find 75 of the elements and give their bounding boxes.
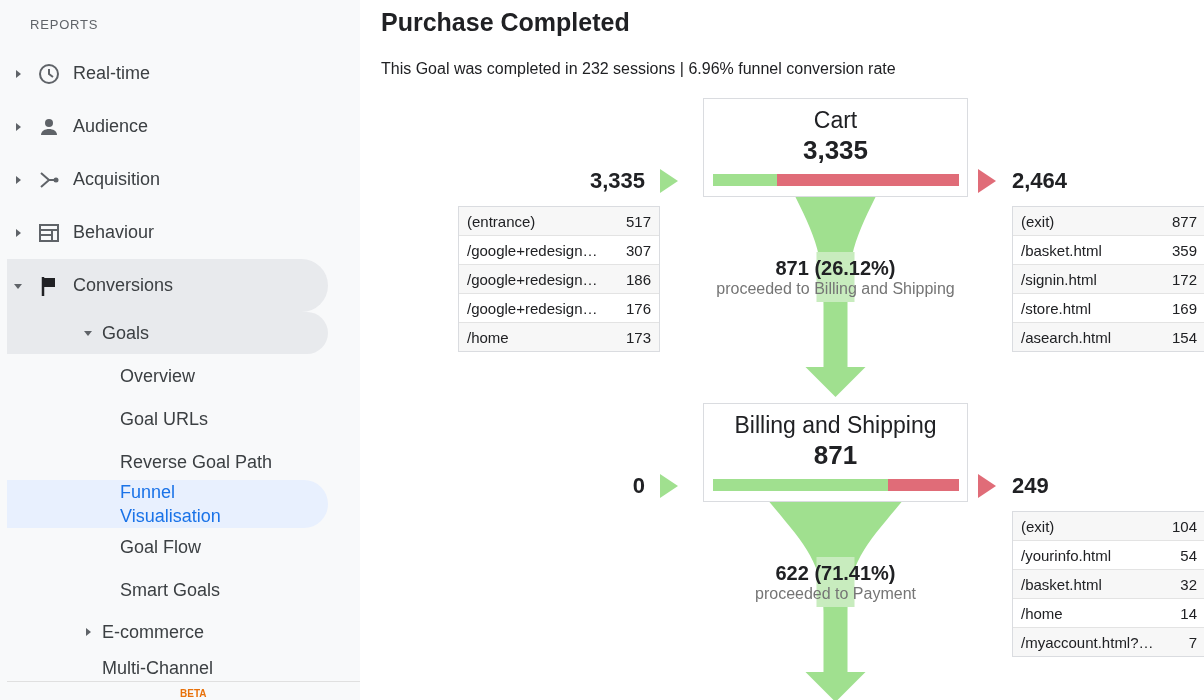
table-cell: (exit) xyxy=(1021,517,1055,535)
nav-item[interactable]: Real-time xyxy=(7,47,328,100)
flag-icon xyxy=(41,276,55,296)
table-cell: 54 xyxy=(1180,546,1197,564)
table-cell: /myaccount.html?… xyxy=(1021,633,1154,651)
table-cell: 173 xyxy=(625,328,651,346)
nav-item[interactable]: Reverse Goal Path xyxy=(7,440,328,483)
table-cell: 307 xyxy=(625,241,651,259)
table-cell: /google+redesign… xyxy=(467,270,598,288)
nav-item[interactable]: E-commerce xyxy=(7,611,328,653)
clock-icon xyxy=(39,63,59,84)
table-cell: /basket.html xyxy=(1021,241,1102,259)
nav-item[interactable]: Audience xyxy=(7,100,328,153)
stage-count: 871 xyxy=(813,440,858,471)
table-cell: /home xyxy=(1021,604,1063,622)
exits-count: 2,464 xyxy=(1012,168,1068,194)
stage-count: 3,335 xyxy=(802,135,869,166)
right-triangle-icon xyxy=(660,169,678,193)
layout-icon xyxy=(39,223,59,242)
table-cell: /home xyxy=(467,328,509,346)
caret-icon[interactable] xyxy=(83,328,93,338)
table-cell: 32 xyxy=(1180,575,1197,593)
nav-item[interactable]: Multi-Channel xyxy=(7,653,328,679)
nav-item[interactable]: Acquisition xyxy=(7,153,328,206)
nav-item[interactable]: Goals xyxy=(7,312,328,354)
table-cell: 176 xyxy=(625,299,651,317)
table-cell: /basket.html xyxy=(1021,575,1102,593)
conversion-count: 622 (71.41%) xyxy=(775,562,896,585)
caret-icon[interactable] xyxy=(13,68,23,79)
table-cell: 7 xyxy=(1188,633,1197,651)
table-cell: 104 xyxy=(1171,517,1197,535)
nav-item[interactable]: Conversions xyxy=(7,259,328,312)
table-cell: 359 xyxy=(1171,241,1197,259)
table-cell: /google+redesign… xyxy=(467,241,598,259)
entries-count: 0 xyxy=(632,473,645,499)
conversion-label: proceeded to Billing and Shipping xyxy=(716,280,955,298)
caret-icon[interactable] xyxy=(13,121,23,132)
beta-label: BETA xyxy=(180,688,207,699)
branch-icon xyxy=(40,171,59,188)
table-cell: /signin.html xyxy=(1021,270,1097,288)
table-cell: (entrance) xyxy=(467,212,536,230)
table-cell: 14 xyxy=(1180,604,1197,622)
table-cell: /asearch.html xyxy=(1021,328,1112,346)
table-cell: 169 xyxy=(1171,299,1197,317)
nav-item[interactable]: Funnel Visualisation xyxy=(7,480,328,528)
right-triangle-icon xyxy=(978,474,996,498)
page-title: Purchase Completed xyxy=(381,8,631,38)
person-icon xyxy=(41,118,57,135)
table-cell: 186 xyxy=(625,270,651,288)
right-triangle-icon xyxy=(978,169,996,193)
table-cell: /google+redesign… xyxy=(467,299,598,317)
nav-item[interactable]: Behaviour xyxy=(7,206,328,259)
table-cell: (exit) xyxy=(1021,212,1055,230)
table-cell: 172 xyxy=(1171,270,1197,288)
nav-item[interactable]: Smart Goals xyxy=(7,568,328,611)
caret-icon[interactable] xyxy=(83,627,93,637)
exits-count: 249 xyxy=(1012,473,1049,499)
table-cell: 154 xyxy=(1171,328,1197,346)
conversion-count: 871 (26.12%) xyxy=(775,257,896,280)
caret-icon[interactable] xyxy=(13,227,23,238)
table-cell: /store.html xyxy=(1021,299,1092,317)
entries-count: 3,335 xyxy=(589,168,645,194)
nav-item[interactable]: Goal URLs xyxy=(7,397,328,440)
table-cell: 517 xyxy=(625,212,651,230)
table-cell: 877 xyxy=(1171,212,1197,230)
table-cell: /yourinfo.html xyxy=(1021,546,1112,564)
nav-item[interactable]: Goal Flow xyxy=(7,525,328,568)
nav-item[interactable]: Overview xyxy=(7,354,328,397)
caret-icon[interactable] xyxy=(13,174,23,185)
summary-text: This Goal was completed in 232 sessions | 6.96% funnel conversion rate xyxy=(381,60,897,79)
conversion-label: proceeded to Payment xyxy=(755,585,916,603)
stage-name: Cart xyxy=(813,107,858,133)
stage-name: Billing and Shipping xyxy=(734,412,937,438)
section-heading: REPORTS xyxy=(29,16,100,34)
right-triangle-icon xyxy=(660,474,678,498)
